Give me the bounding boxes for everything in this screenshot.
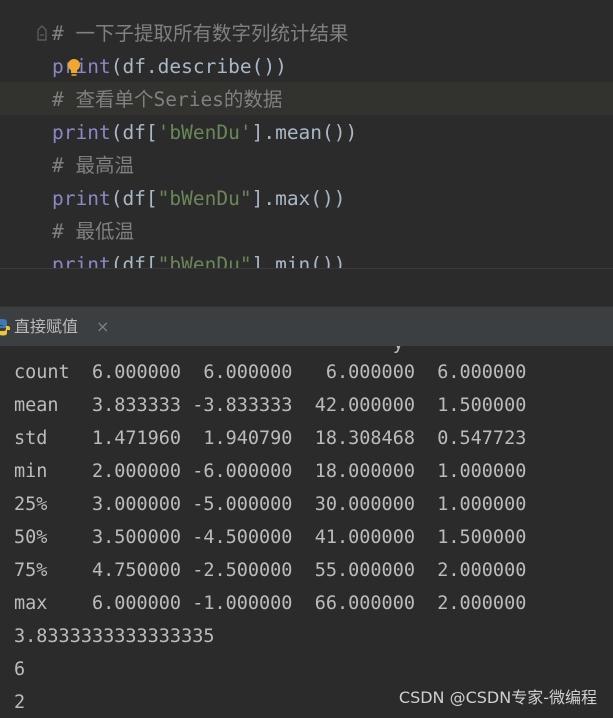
describe-row: max 6.000000 -1.000000 66.000000 2.00000… xyxy=(14,593,527,614)
describe-row: 25% 3.000000 -5.000000 30.000000 1.00000… xyxy=(14,494,527,515)
run-tab-label: 直接赋值 xyxy=(14,317,79,336)
console-output[interactable]: y p p count 6.000000 6.000000 6.000000 6… xyxy=(0,346,613,718)
builtin-print: print xyxy=(52,55,111,78)
describe-row: min 2.000000 -6.000000 18.000000 1.00000… xyxy=(14,461,527,482)
close-icon[interactable]: × xyxy=(96,307,109,347)
code-line-5[interactable]: # 最高温 xyxy=(52,149,134,182)
run-tool-window-tabbar: 直接赋值 × xyxy=(0,306,613,348)
describe-row: count 6.000000 6.000000 6.000000 6.00000… xyxy=(14,362,527,383)
editor-console-splitter[interactable] xyxy=(0,268,613,309)
code-line-2[interactable]: print(df.describe()) xyxy=(52,50,287,83)
describe-row: mean 3.833333 -3.833333 42.000000 1.5000… xyxy=(14,395,527,416)
mean-output: 3.8333333333333335 xyxy=(14,626,215,647)
python-icon xyxy=(0,318,10,336)
code-line-7[interactable]: # 最低温 xyxy=(52,215,134,248)
describe-row: std 1.471960 1.940790 18.308468 0.547723 xyxy=(14,428,527,449)
code-line-4[interactable]: print(df['bWenDu'].mean()) xyxy=(52,116,357,149)
describe-row: 50% 3.500000 -4.500000 41.000000 1.50000… xyxy=(14,527,527,548)
code-line-6[interactable]: print(df["bWenDu"].max()) xyxy=(52,182,346,215)
min-output: 2 xyxy=(14,692,26,713)
code-line-1[interactable]: # 一下子提取所有数字列统计结果 xyxy=(52,17,348,50)
code-line-3[interactable]: # 查看单个Series的数据 xyxy=(52,83,282,116)
code-line-8[interactable]: print(df["bWenDu"].min()) xyxy=(52,248,346,270)
lightbulb-icon[interactable] xyxy=(67,58,81,78)
describe-row: 75% 4.750000 -2.500000 55.000000 2.00000… xyxy=(14,560,527,581)
code-editor[interactable]: # 一下子提取所有数字列统计结果 print(df.describe()) # … xyxy=(0,0,613,270)
watermark-text: CSDN @CSDN专家-微编程 xyxy=(398,688,597,707)
run-tab[interactable]: 直接赋值 × xyxy=(0,307,120,347)
fold-marker-icon[interactable] xyxy=(36,24,48,44)
max-output: 6 xyxy=(14,659,26,680)
